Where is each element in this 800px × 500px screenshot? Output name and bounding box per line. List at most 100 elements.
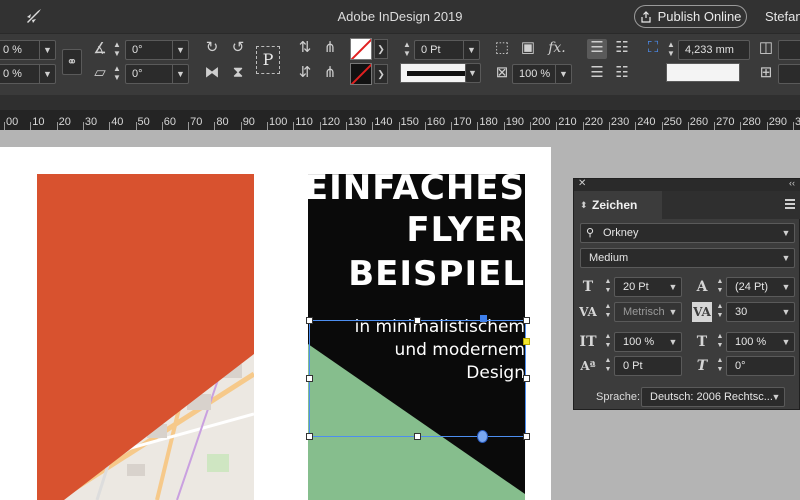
rotation-field[interactable]: 0° ▼ [125,40,189,60]
rotation-stepper[interactable]: ▲ ▼ [110,40,124,60]
horizontal-scale-stepper[interactable]: ▲ ▼ [714,332,726,352]
shear-field[interactable]: 0° ▼ [125,64,189,84]
horizontal-scale-field[interactable]: 100 % ▼ [726,332,795,352]
chevron-down-icon[interactable]: ▼ [39,65,55,83]
content-grabber-icon[interactable] [477,430,488,443]
chevron-down-icon[interactable]: ▼ [39,41,55,59]
rotate-ccw-icon[interactable]: ↺ [228,39,248,59]
chevron-down-icon[interactable]: ▼ [466,64,480,82]
vertical-scale-stepper[interactable]: ▲ ▼ [602,332,614,352]
font-family-field[interactable]: ⚲ Orkney ▼ [580,223,795,243]
tracking-stepper[interactable]: ▲ ▼ [714,302,726,322]
resize-handle[interactable] [414,317,421,324]
font-size-field[interactable]: 20 Pt ▼ [614,277,682,297]
headline-line-1[interactable]: EINFACHES [308,174,525,208]
chevron-down-icon[interactable]: ▼ [778,333,794,351]
align-justify-icon[interactable]: ☷ [612,39,632,59]
chevron-down-icon[interactable]: ▼ [172,65,188,83]
select-previous-icon[interactable]: ⇵ [295,64,315,84]
resize-handle[interactable] [523,317,530,324]
dimension-field[interactable]: 4,233 mm [678,40,750,60]
chevron-down-icon[interactable]: ▼ [778,249,794,267]
chevron-down-icon[interactable]: ▼ [665,333,681,351]
ruler-tick [424,122,426,130]
ruler-tick [766,122,768,130]
resize-handle[interactable] [523,375,530,382]
chevron-down-icon[interactable]: ▼ [463,41,479,59]
auto-size-icon[interactable]: ⛶ [643,39,663,59]
scale-y-field[interactable]: 0 % ▼ [0,64,56,84]
chevron-down-icon[interactable]: ▼ [778,224,794,242]
chevron-right-icon[interactable]: ❯ [374,39,388,59]
select-container-icon[interactable]: ⇅ [295,39,315,59]
language-dropdown[interactable]: Deutsch: 2006 Rechtsc... ▼ [641,387,785,407]
resize-handle[interactable] [306,317,313,324]
map-image[interactable] [37,174,254,500]
flip-horizontal-icon[interactable]: ⧓ [202,64,222,84]
ruler-tick [82,122,84,130]
fill-swatch-none-icon[interactable] [350,38,372,60]
align-center-text-icon[interactable]: ☰ [587,39,607,59]
kerning-field[interactable]: Metrisch ▼ [614,302,682,322]
stroke-swatch-icon[interactable] [350,63,372,85]
constrain-proportions-icon[interactable]: ⚭ [62,49,82,75]
corner-options-handle[interactable] [523,338,530,345]
panel-menu-icon[interactable] [785,199,795,209]
effects-icon[interactable]: fx. [545,39,569,59]
rotate-cw-icon[interactable]: ↻ [202,39,222,59]
chevron-down-icon[interactable]: ▼ [665,278,681,296]
tracking-field[interactable]: 30 ▼ [726,302,795,322]
shear-stepper[interactable]: ▲ ▼ [110,64,124,84]
scale-x-field[interactable]: 0 % ▼ [0,40,56,60]
flyer-left-panel[interactable] [37,174,254,500]
vertical-scale-field[interactable]: 100 % ▼ [614,332,682,352]
close-icon[interactable]: ✕ [578,178,586,189]
font-size-stepper[interactable]: ▲ ▼ [602,277,614,297]
chevron-down-icon[interactable]: ▼ [172,41,188,59]
user-name[interactable]: Stefan [765,9,800,24]
columns-icon[interactable]: ◫ [756,39,776,59]
columns-field[interactable] [778,40,800,60]
tab-zeichen[interactable]: ⬍ Zeichen [574,191,662,219]
selection-frame[interactable] [309,320,526,437]
flip-vertical-icon[interactable]: ⧗ [228,64,248,84]
align-top-icon[interactable]: ☰ [587,64,607,84]
select-next-icon[interactable]: ⋔ [320,64,340,84]
frame-fitting-icon[interactable]: ⬚ [492,39,512,59]
align-bottom-icon[interactable]: ☷ [612,64,632,84]
baseline-shift-field[interactable]: 0 Pt [614,356,682,376]
font-style-field[interactable]: Medium ▼ [580,248,795,268]
proxy-reference-icon[interactable]: P [256,46,280,74]
headline-line-2[interactable]: FLYER [406,210,525,250]
chevron-down-icon[interactable]: ▼ [768,388,784,406]
leading-field[interactable]: (24 Pt) ▼ [726,277,795,297]
resize-handle[interactable] [306,375,313,382]
skew-field[interactable]: 0° [726,356,795,376]
collapse-icon[interactable]: ‹‹ [789,178,795,188]
headline-line-3[interactable]: BEISPIEL [348,254,525,294]
dimension-stepper[interactable]: ▲ ▼ [664,40,678,60]
grid-icon[interactable]: ⊞ [756,64,776,84]
resize-handle[interactable] [414,433,421,440]
publish-online-button[interactable]: Publish Online [634,5,747,28]
baseline-shift-stepper[interactable]: ▲ ▼ [602,356,614,376]
opacity-field[interactable]: 100 % ▼ [512,64,572,84]
resize-handle[interactable] [523,433,530,440]
chevron-down-icon[interactable]: ▼ [778,278,794,296]
anchor-handle[interactable] [480,315,487,322]
kerning-stepper[interactable]: ▲ ▼ [602,302,614,322]
grid-field[interactable] [778,64,800,84]
drop-shadow-icon[interactable]: ▣ [518,39,538,59]
chevron-down-icon[interactable]: ▼ [778,303,794,321]
stroke-weight-stepper[interactable]: ▲ ▼ [400,40,414,60]
stroke-weight-field[interactable]: 0 Pt ▼ [414,40,480,60]
chevron-down-icon[interactable]: ▼ [555,65,571,83]
color-preview-box[interactable] [666,63,740,82]
select-content-icon[interactable]: ⋔ [320,39,340,59]
skew-stepper[interactable]: ▲ ▼ [714,356,726,376]
resize-handle[interactable] [306,433,313,440]
leading-stepper[interactable]: ▲ ▼ [714,277,726,297]
chevron-down-icon[interactable]: ▼ [665,303,681,321]
chevron-right-icon[interactable]: ❯ [374,64,388,84]
stroke-type-dropdown[interactable]: ▼ [465,63,481,83]
